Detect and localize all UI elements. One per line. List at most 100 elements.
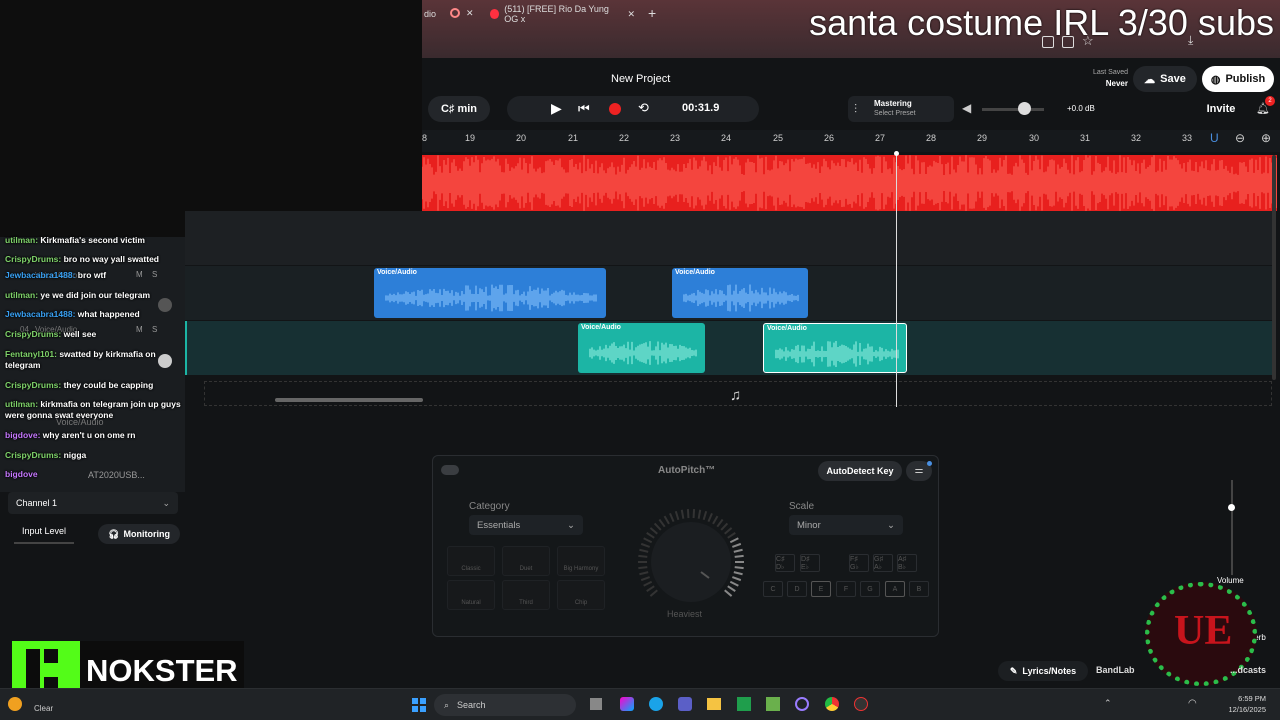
chat-username[interactable]: CrispyDrums:: [5, 380, 64, 390]
loop-button[interactable]: ⟲: [638, 100, 649, 116]
monitoring-button[interactable]: 🎧︎ Monitoring: [98, 524, 180, 544]
playhead-handle[interactable]: [894, 151, 899, 156]
bandlab-button[interactable]: BandLab: [1096, 665, 1135, 675]
wifi-icon[interactable]: ◠: [1188, 698, 1197, 709]
record-button[interactable]: [609, 103, 621, 115]
channel-select[interactable]: Channel 1 ⌄: [8, 492, 178, 514]
chat-username[interactable]: bigdove: [5, 469, 38, 479]
teams-icon[interactable]: [678, 697, 692, 711]
lyrics-notes-button[interactable]: ✎ Lyrics/Notes: [998, 661, 1088, 681]
zoom-out-icon[interactable]: ⊖: [1235, 131, 1245, 145]
preset-classic[interactable]: Classic: [447, 546, 495, 576]
podcasts-button[interactable]: ...dcasts: [1230, 665, 1266, 675]
key-button[interactable]: D♯ E♭: [800, 554, 820, 572]
key-button[interactable]: G♯ A♭: [873, 554, 893, 572]
chat-username[interactable]: utilman:: [5, 399, 40, 409]
track-lane[interactable]: [185, 211, 1275, 265]
playhead[interactable]: [896, 152, 897, 407]
key-selector[interactable]: C♯ min: [428, 96, 490, 122]
timeline-ruler[interactable]: 8 19 20 21 22 23 24 25 26 27 28 29 30 31…: [422, 130, 1280, 152]
close-icon[interactable]: ✕: [627, 9, 635, 20]
key-button[interactable]: C: [763, 581, 783, 597]
chat-username[interactable]: Jewbacabra1488:: [5, 309, 78, 319]
key-button[interactable]: D: [787, 581, 807, 597]
audio-clip-selected[interactable]: Voice/Audio: [763, 323, 907, 373]
volume-fader-handle[interactable]: [1228, 504, 1235, 511]
chevron-up-icon[interactable]: ⌃: [1104, 698, 1112, 709]
magnet-icon[interactable]: U: [1210, 131, 1219, 145]
key-button[interactable]: C♯ D♭: [775, 554, 795, 572]
xbox-icon[interactable]: [737, 697, 751, 711]
chat-username[interactable]: utilman:: [5, 235, 40, 245]
key-button[interactable]: A: [885, 581, 905, 597]
autodetect-key-button[interactable]: AutoDetect Key: [818, 461, 902, 481]
preset-duet[interactable]: Duet: [502, 546, 550, 576]
taskbar-search[interactable]: ⌕ Search: [434, 694, 576, 716]
clock-time[interactable]: 6:59 PM: [1226, 694, 1266, 703]
track-lane-red[interactable]: [422, 155, 1277, 211]
mastering-button[interactable]: ⫶ Mastering Select Preset: [848, 96, 954, 122]
windows-start-icon[interactable]: [412, 698, 426, 712]
preset-natural[interactable]: Natural: [447, 580, 495, 610]
key-button[interactable]: F♯ G♭: [849, 554, 869, 572]
key-button[interactable]: A♯ B♭: [897, 554, 917, 572]
audio-clip[interactable]: Voice/Audio: [672, 268, 808, 318]
new-tab-button[interactable]: +: [648, 5, 656, 21]
chat-username[interactable]: CrispyDrums:: [5, 329, 64, 339]
preset-chip[interactable]: Chip: [557, 580, 605, 610]
chat-text: they could be capping: [63, 380, 154, 390]
chat-username[interactable]: bigdove:: [5, 430, 43, 440]
chat-username[interactable]: Fentanyl101:: [5, 349, 59, 359]
task-view-icon[interactable]: [590, 698, 602, 710]
volume-fader[interactable]: [1231, 480, 1233, 575]
bar-number: 19: [465, 133, 476, 143]
weather-icon[interactable]: [8, 697, 22, 711]
zoom-in-icon[interactable]: ⊕: [1261, 131, 1271, 145]
volume-label: Volume: [1217, 576, 1244, 585]
category-select[interactable]: Essentials ⌄: [469, 515, 583, 535]
audio-clip[interactable]: Voice/Audio: [374, 268, 606, 318]
tab-close-icon[interactable]: [450, 8, 460, 18]
tab-youtube[interactable]: (511) [FREE] Rio Da Yung OG x ✕: [490, 4, 635, 24]
edge-icon[interactable]: [649, 697, 663, 711]
chat-username[interactable]: CrispyDrums:: [5, 450, 64, 460]
play-button[interactable]: ▶: [551, 100, 562, 117]
scale-select[interactable]: Minor ⌄: [789, 515, 903, 535]
autopitch-toggle[interactable]: [441, 465, 459, 475]
track-lane-selected[interactable]: [185, 321, 1275, 375]
tab-audio[interactable]: dio: [424, 4, 436, 24]
effect-knob[interactable]: [631, 504, 751, 614]
volume-knob[interactable]: [1018, 102, 1031, 115]
add-music-icon[interactable]: ♫: [730, 387, 741, 404]
audio-clip[interactable]: Voice/Audio: [578, 323, 705, 373]
obs-icon[interactable]: [795, 697, 809, 711]
preset-third[interactable]: Third: [502, 580, 550, 610]
master-volume-slider[interactable]: [982, 108, 1044, 111]
chat-text: bro wtf: [77, 270, 107, 280]
file-explorer-icon[interactable]: [707, 698, 721, 710]
invite-button[interactable]: Invite: [1197, 96, 1245, 122]
clock-date[interactable]: 12/16/2025: [1222, 705, 1266, 714]
vertical-scrollbar[interactable]: [1272, 155, 1276, 380]
minecraft-icon[interactable]: [766, 697, 780, 711]
chat-username[interactable]: utilman:: [5, 290, 40, 300]
key-button[interactable]: G: [860, 581, 880, 597]
rewind-button[interactable]: ⏮: [578, 101, 590, 117]
speaker-icon[interactable]: ◀: [962, 101, 971, 115]
key-button[interactable]: F: [836, 581, 856, 597]
chat-username[interactable]: CrispyDrums:: [5, 254, 64, 264]
chrome-icon[interactable]: [825, 697, 839, 711]
copilot-icon[interactable]: [620, 697, 634, 711]
chat-username[interactable]: Jewbacabra1488:: [5, 270, 78, 280]
publish-button[interactable]: ◍ Publish: [1202, 66, 1274, 92]
bar-number: 28: [926, 133, 937, 143]
preset-big-harmony[interactable]: Big Harmony: [557, 546, 605, 576]
horizontal-scrollbar[interactable]: [275, 398, 423, 402]
save-button[interactable]: ☁ Save: [1133, 66, 1197, 92]
bandlab-taskbar-icon[interactable]: [854, 697, 868, 711]
key-button[interactable]: E: [811, 581, 831, 597]
key-button[interactable]: B: [909, 581, 929, 597]
chat-message: CrispyDrums: nigga: [5, 450, 183, 461]
close-icon[interactable]: ✕: [466, 8, 474, 19]
project-name[interactable]: New Project: [611, 73, 670, 85]
